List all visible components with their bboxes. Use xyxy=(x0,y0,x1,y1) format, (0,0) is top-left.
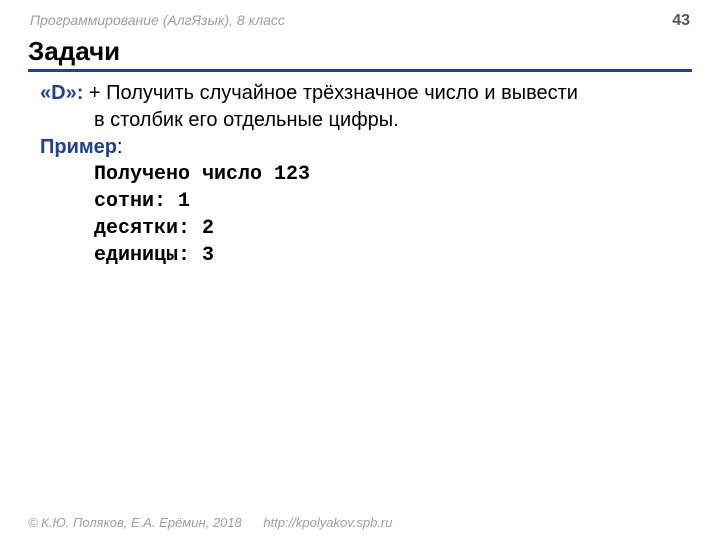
example-colon: : xyxy=(117,136,123,158)
example-output-1: Получено число 123 xyxy=(40,161,692,188)
page-title: Задачи xyxy=(28,36,692,72)
slide: Программирование (АлгЯзык), 8 класс 43 З… xyxy=(0,0,720,540)
footer-url: http://kpolyakov.spb.ru xyxy=(263,515,392,530)
problem-label: «D»: xyxy=(40,82,83,104)
course-label: Программирование (АлгЯзык), 8 класс xyxy=(30,12,285,28)
page-number: 43 xyxy=(672,12,690,30)
header-row: Программирование (АлгЯзык), 8 класс 43 xyxy=(28,12,692,30)
content: «D»: + Получить случайное трёхзначное чи… xyxy=(28,80,692,269)
example-line: Пример: xyxy=(40,134,692,161)
problem-line-2: в столбик его отдельные цифры. xyxy=(40,107,692,134)
problem-line-1: «D»: + Получить случайное трёхзначное чи… xyxy=(40,80,692,107)
example-output-4: единицы: 3 xyxy=(40,242,692,269)
example-output-2: сотни: 1 xyxy=(40,188,692,215)
footer: © К.Ю. Поляков, Е.А. Ерёмин, 2018 http:/… xyxy=(28,515,392,530)
copyright: © К.Ю. Поляков, Е.А. Ерёмин, 2018 xyxy=(28,515,242,530)
example-output-3: десятки: 2 xyxy=(40,215,692,242)
example-label: Пример xyxy=(40,136,117,158)
problem-text-1: + Получить случайное трёхзначное число и… xyxy=(83,82,578,104)
